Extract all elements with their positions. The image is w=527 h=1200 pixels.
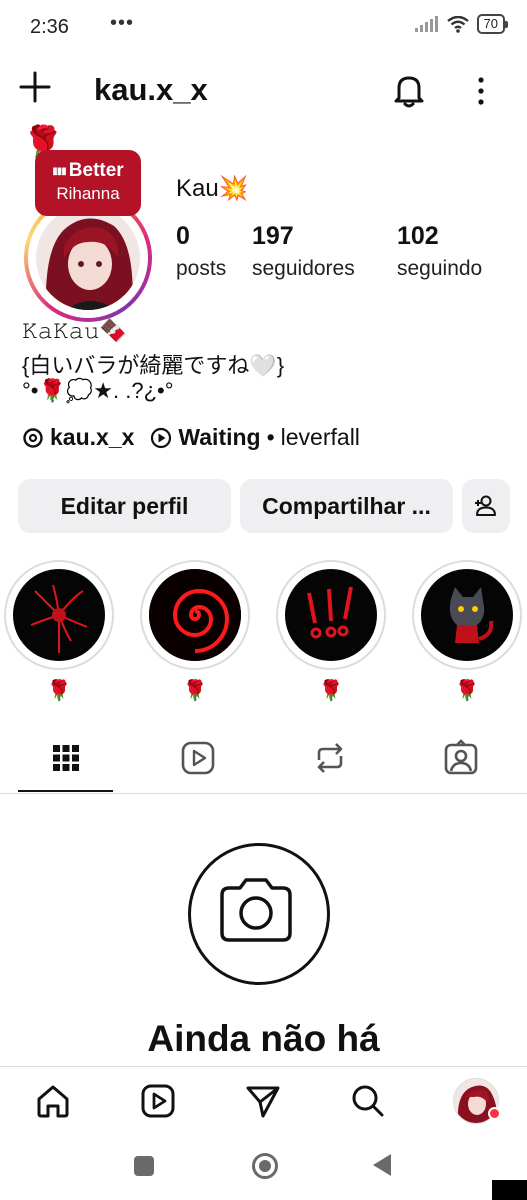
add-person-icon <box>475 495 496 516</box>
status-time: 2:36 <box>30 16 69 38</box>
status-right-icons: 70 <box>414 14 509 34</box>
tagged-icon[interactable] <box>441 738 481 778</box>
note-line2: Rihanna <box>56 184 120 203</box>
share-profile-button[interactable]: Compartilhar ... <box>240 479 453 533</box>
search-icon[interactable] <box>349 1082 387 1120</box>
camera-icon <box>220 878 292 942</box>
profile-username[interactable]: kau.x_x <box>94 72 208 108</box>
stat-posts-value: 0 <box>176 222 190 250</box>
audio-bars-icon: ▮▮▮ <box>52 166 66 177</box>
note-line1: Better <box>68 160 124 181</box>
kebab-menu-icon[interactable] <box>466 74 496 108</box>
status-overflow-dots: ••• <box>110 12 135 34</box>
exclamation-marks-icon <box>307 586 353 639</box>
add-person-button[interactable] <box>462 479 510 533</box>
recent-apps-icon[interactable] <box>134 1156 154 1176</box>
stat-followers-value: 197 <box>252 222 294 250</box>
stat-following[interactable]: 102 seguindo <box>397 222 482 281</box>
highlight-item[interactable]: 🌹 <box>276 560 386 703</box>
bio-line-3: °•🌹💭★. .?¿•° <box>22 378 174 403</box>
avatar <box>36 206 140 310</box>
home-icon[interactable] <box>34 1082 72 1120</box>
spiral-icon <box>149 569 241 661</box>
stat-followers[interactable]: 197 seguidores <box>252 222 355 281</box>
music-artist[interactable]: leverfall <box>281 424 360 451</box>
battery-indicator: 70 <box>476 14 509 34</box>
highlight-item[interactable]: 🌹 <box>4 560 114 703</box>
music-separator: • <box>266 424 275 450</box>
stat-following-value: 102 <box>397 222 439 250</box>
highlight-label: 🌹 <box>318 680 344 702</box>
send-icon[interactable] <box>244 1082 282 1120</box>
threads-handle-link[interactable]: kau.x_x <box>50 424 134 451</box>
edit-profile-button[interactable]: Editar perfil <box>18 479 231 533</box>
wifi-icon <box>446 15 469 33</box>
note-bubble[interactable]: ▮▮▮ Better Rihanna <box>35 150 141 216</box>
highlight-item[interactable]: 🌹 <box>412 560 522 703</box>
threads-icon <box>23 427 43 448</box>
stat-posts[interactable]: 0 posts <box>176 222 226 281</box>
reposts-icon[interactable] <box>310 738 350 778</box>
play-circle-icon <box>151 427 172 448</box>
signal-icon <box>414 16 438 32</box>
stat-posts-label: posts <box>176 257 227 280</box>
music-song[interactable]: Waiting <box>178 424 260 451</box>
reels-tab-icon[interactable] <box>178 738 218 778</box>
plus-icon[interactable] <box>18 70 52 104</box>
bio-line-1: 𝙺𝚊𝙺𝚊𝚞🍫 <box>22 318 127 343</box>
profile-links-row: kau.x_x Waiting • leverfall <box>22 424 360 451</box>
grid-icon[interactable] <box>46 738 86 778</box>
back-icon[interactable] <box>373 1154 391 1176</box>
highlight-label: 🌹 <box>46 680 72 702</box>
spider-lily-icon <box>30 584 88 653</box>
stat-following-label: seguindo <box>397 257 483 280</box>
empty-state-title: Ainda não há <box>147 1018 380 1059</box>
cat-icon <box>449 587 494 643</box>
highlight-label: 🌹 <box>182 680 208 702</box>
stat-followers-label: seguidores <box>252 257 355 280</box>
empty-camera-circle <box>188 843 330 985</box>
reels-icon[interactable] <box>139 1082 177 1120</box>
corner-bar <box>492 1180 527 1200</box>
highlight-item[interactable]: 🌹 <box>140 560 250 703</box>
tab-divider <box>0 793 527 794</box>
bio-line-2: {白いバラが綺麗ですね🤍} <box>22 353 285 378</box>
display-name: Kau💥 <box>176 175 249 202</box>
highlight-label: 🌹 <box>454 680 480 702</box>
notification-dot <box>488 1107 501 1120</box>
home-button-icon[interactable] <box>252 1153 278 1179</box>
bell-icon[interactable] <box>389 70 429 110</box>
active-tab-indicator <box>18 790 113 792</box>
